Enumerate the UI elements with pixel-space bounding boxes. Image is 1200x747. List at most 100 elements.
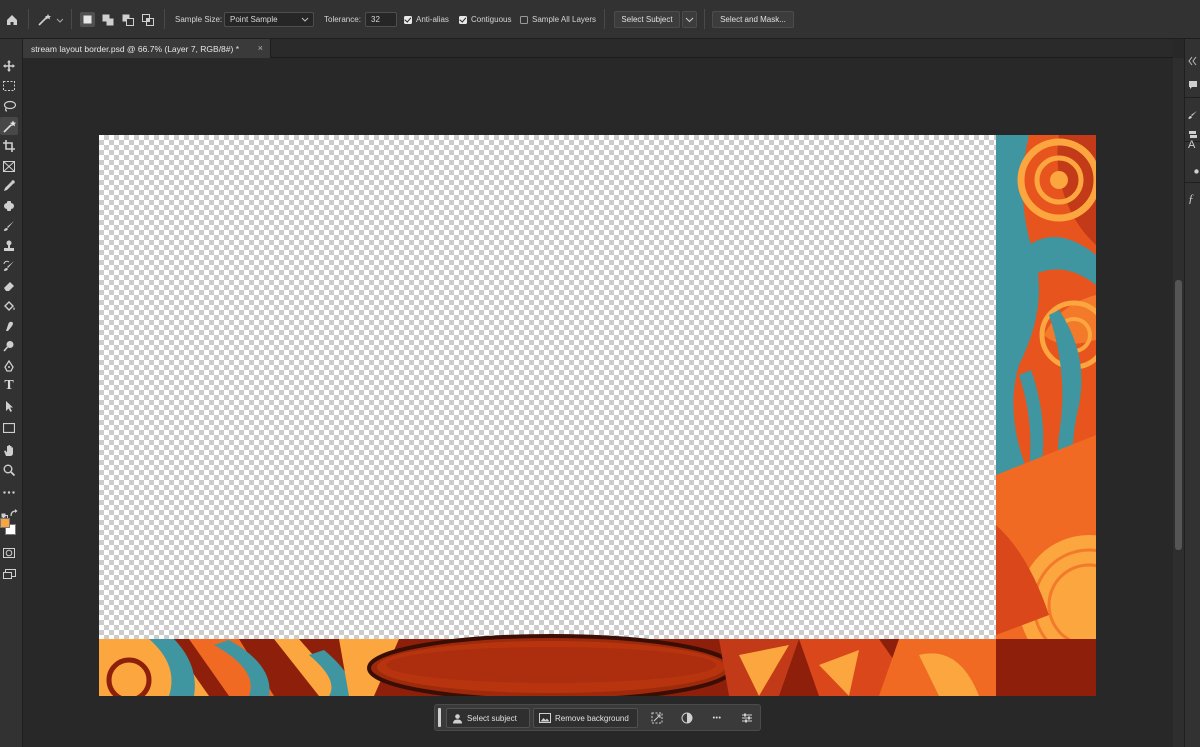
dodge-tool[interactable] — [0, 337, 18, 355]
history-brush-icon — [3, 260, 14, 271]
drag-handle[interactable] — [438, 708, 441, 727]
clone-stamp-tool[interactable] — [0, 237, 18, 255]
type-tool[interactable]: T — [0, 377, 18, 395]
tool-preset-picker[interactable] — [37, 0, 63, 39]
tolerance-label-text: Tolerance: — [324, 15, 361, 24]
home-icon — [7, 14, 17, 25]
scrollbar-thumb[interactable] — [1175, 280, 1182, 550]
magic-wand-tool[interactable] — [0, 117, 18, 135]
quick-mask-button[interactable] — [0, 544, 18, 562]
select-subject-button[interactable]: Select Subject — [614, 0, 680, 39]
clone-stamp-icon — [4, 240, 14, 251]
select-subject-label: Select Subject — [621, 15, 673, 24]
adjust-panel-button[interactable] — [1188, 107, 1198, 125]
swap-colors-icon — [10, 509, 18, 517]
document-tab[interactable]: stream layout border.psd @ 66.7% (Layer … — [23, 39, 271, 58]
frame-tool[interactable] — [0, 157, 18, 175]
move-icon — [3, 60, 15, 72]
move-tool[interactable] — [0, 57, 18, 75]
add-to-selection-mode[interactable] — [100, 0, 115, 39]
image-icon — [539, 713, 551, 723]
contiguous-checkbox[interactable]: Contiguous — [459, 0, 511, 39]
eraser-icon — [4, 282, 14, 291]
comments-panel-button[interactable] — [1188, 77, 1198, 95]
select-and-mask-button[interactable]: Select and Mask... — [712, 0, 794, 39]
path-selection-tool[interactable] — [0, 397, 18, 415]
healing-brush-icon — [4, 201, 14, 211]
tools-panel: T — [0, 39, 23, 747]
new-selection-icon — [83, 15, 92, 24]
zoom-tool[interactable] — [0, 461, 18, 479]
tolerance-input[interactable]: 32 — [365, 0, 397, 39]
lasso-tool[interactable] — [0, 97, 18, 115]
document-canvas[interactable] — [99, 135, 1096, 696]
subtract-selection-icon — [122, 14, 134, 26]
sample-size-value: Point Sample — [230, 15, 278, 24]
close-tab-icon[interactable]: × — [258, 43, 263, 53]
path-selection-icon — [6, 401, 13, 412]
zoom-icon — [3, 464, 15, 476]
vertical-scrollbar[interactable] — [1173, 58, 1184, 747]
marquee-icon — [3, 81, 15, 91]
screen-mode-button[interactable] — [0, 565, 18, 583]
right-panel-strip: A ƒ — [1184, 39, 1200, 747]
paragraph-panel-button[interactable] — [1194, 161, 1199, 179]
healing-brush-tool[interactable] — [0, 197, 18, 215]
pen-icon — [4, 360, 14, 372]
contiguous-label: Contiguous — [471, 15, 512, 24]
create-mask-button[interactable] — [679, 710, 695, 726]
glyphs-panel-button[interactable]: ƒ — [1188, 191, 1194, 206]
eraser-tool[interactable] — [0, 277, 18, 295]
sample-all-layers-checkbox[interactable]: Sample All Layers — [520, 0, 596, 39]
home-button[interactable] — [5, 0, 19, 39]
edit-toolbar-button[interactable] — [0, 483, 18, 501]
foreground-color-swatch[interactable] — [0, 518, 10, 528]
more-options-button[interactable]: ••• — [709, 710, 725, 726]
sample-size-select[interactable]: Point Sample — [224, 0, 314, 39]
eyedropper-icon — [4, 180, 15, 191]
intersect-selection-icon — [141, 13, 154, 26]
character-icon: A — [1188, 139, 1196, 151]
hand-tool[interactable] — [0, 441, 18, 459]
person-select-icon — [453, 713, 462, 723]
select-subject-context-button[interactable]: Select subject — [446, 708, 530, 728]
crop-icon — [3, 140, 15, 152]
character-panel-button[interactable]: A — [1188, 139, 1195, 151]
anti-alias-label: Anti-alias — [416, 15, 449, 24]
sample-all-layers-check-icon — [520, 15, 528, 24]
swap-colors-button[interactable] — [10, 505, 19, 523]
intersect-selection-mode[interactable] — [140, 0, 155, 39]
transform-selection-button[interactable] — [649, 710, 665, 726]
document-tab-title: stream layout border.psd @ 66.7% (Layer … — [31, 43, 240, 54]
contiguous-check-icon — [459, 15, 467, 24]
select-subject-context-label: Select subject — [467, 713, 517, 723]
rectangle-icon — [3, 423, 15, 433]
select-subject-dropdown[interactable] — [682, 0, 697, 39]
anti-alias-checkbox[interactable]: Anti-alias — [404, 0, 449, 39]
subtract-from-selection-mode[interactable] — [120, 0, 135, 39]
type-icon: T — [4, 378, 14, 393]
glyphs-icon: ƒ — [1188, 191, 1194, 205]
brush-tool[interactable] — [0, 217, 18, 235]
smudge-tool[interactable] — [0, 317, 18, 335]
sample-size-label-text: Sample Size: — [175, 15, 223, 24]
remove-background-button[interactable]: Remove background — [533, 708, 638, 728]
select-and-mask-label: Select and Mask... — [720, 15, 786, 24]
brush-icon — [4, 221, 14, 231]
paint-bucket-tool[interactable] — [0, 297, 18, 315]
tolerance-label: Tolerance: — [324, 0, 361, 39]
rectangle-tool[interactable] — [0, 419, 18, 437]
more-icon: ••• — [712, 714, 722, 722]
panel-expand-button[interactable] — [1188, 53, 1198, 71]
mask-icon — [681, 712, 693, 724]
crop-tool[interactable] — [0, 137, 18, 155]
new-selection-mode[interactable] — [80, 0, 95, 39]
document-tab-bar: stream layout border.psd @ 66.7% (Layer … — [23, 39, 1173, 58]
anti-alias-check-icon — [404, 15, 412, 24]
marquee-tool[interactable] — [0, 77, 18, 95]
taskbar-settings-button[interactable] — [739, 710, 755, 726]
pen-tool[interactable] — [0, 357, 18, 375]
history-brush-tool[interactable] — [0, 257, 18, 275]
comment-icon — [1189, 81, 1197, 89]
eyedropper-tool[interactable] — [0, 177, 18, 195]
